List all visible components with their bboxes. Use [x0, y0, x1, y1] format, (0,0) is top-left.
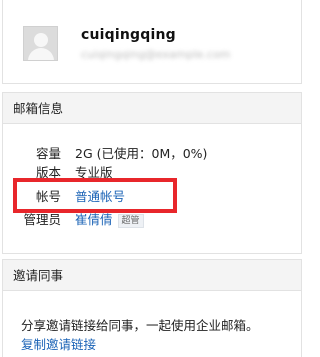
- capacity-label: 容量: [35, 146, 61, 161]
- avatar-head-shape: [34, 33, 48, 47]
- avatar[interactable]: [23, 26, 58, 61]
- mailbox-info-card: 邮箱信息 容量 2G (已使用：0M，0%) 版本 专业版 帐号 普通帐号 管理…: [2, 92, 302, 254]
- profile-card: cuiqingqing cuiqingqing@example.com: [2, 0, 302, 84]
- admin-value: 崔倩倩 超管: [75, 210, 144, 230]
- mailbox-info-header: 邮箱信息: [3, 93, 301, 124]
- super-admin-badge: 超管: [117, 213, 144, 228]
- invite-header: 邀请同事: [3, 260, 301, 291]
- capacity-value: 2G (已使用：0M，0%): [75, 146, 208, 161]
- red-highlight-annotation: [13, 178, 177, 213]
- invite-card: 邀请同事 分享邀请链接给同事，一起使用企业邮箱。 复制邀请链接: [2, 259, 302, 357]
- admin-name-link[interactable]: 崔倩倩: [75, 212, 113, 227]
- copy-invite-link[interactable]: 复制邀请链接: [21, 334, 96, 353]
- info-row-capacity: 容量 2G (已使用：0M，0%): [3, 144, 303, 164]
- info-row-admin: 管理员 崔倩倩 超管: [3, 210, 303, 230]
- invite-description: 分享邀请链接给同事，一起使用企业邮箱。: [21, 318, 259, 333]
- admin-label: 管理员: [23, 212, 61, 227]
- avatar-body-shape: [28, 48, 54, 60]
- user-email-redacted: cuiqingqing@example.com: [81, 48, 231, 61]
- user-name: cuiqingqing: [81, 27, 176, 43]
